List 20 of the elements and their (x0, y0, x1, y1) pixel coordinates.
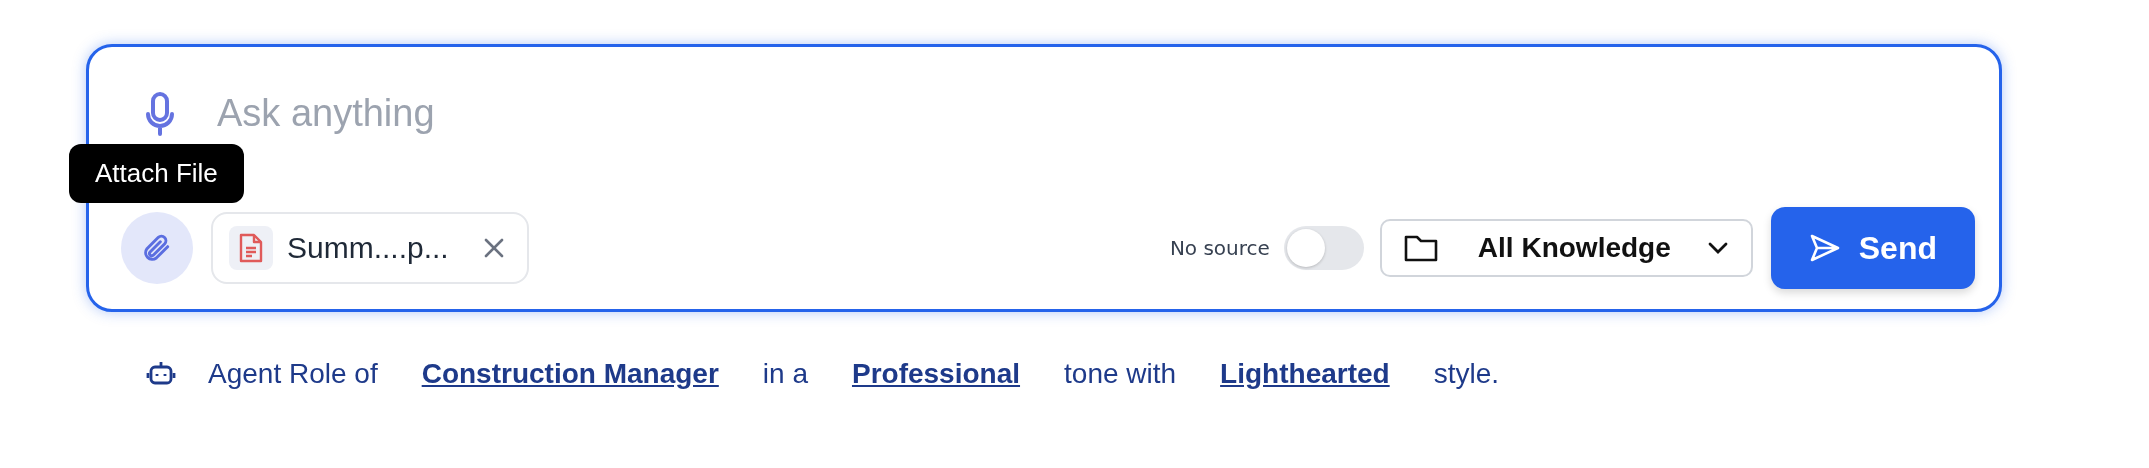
agent-text: Agent Role of (208, 358, 378, 390)
knowledge-dropdown[interactable]: All Knowledge (1379, 219, 1753, 277)
chevron-down-icon (1706, 241, 1729, 255)
microphone-icon[interactable] (145, 91, 175, 136)
document-icon (229, 226, 273, 270)
folder-icon (1403, 233, 1438, 263)
file-name: Summ....p... (287, 231, 449, 265)
tooltip: Attach File (69, 144, 244, 203)
agent-link[interactable]: Lighthearted (1220, 358, 1390, 390)
agent-link[interactable]: Construction Manager (421, 358, 719, 390)
close-icon[interactable] (482, 237, 505, 259)
agent-text: tone with (1064, 358, 1177, 390)
agent-text: style. (1433, 358, 1500, 390)
agent-text: in a (762, 358, 808, 390)
ask-field[interactable]: Ask anything (215, 91, 1719, 136)
source-toggle[interactable] (1283, 226, 1364, 270)
toggle-label: No source (1169, 236, 1270, 260)
send-button[interactable]: Send (1770, 207, 1975, 289)
send-icon (1808, 233, 1841, 263)
agent-link[interactable]: Professional (851, 358, 1021, 390)
